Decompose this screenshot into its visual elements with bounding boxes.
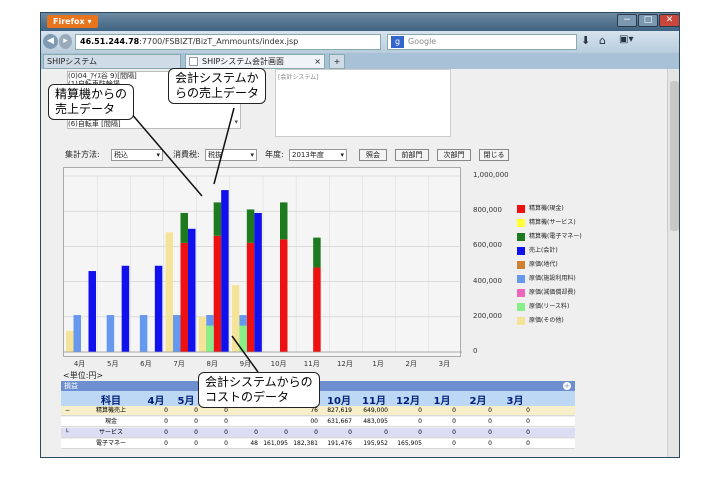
callout-seisanki: 精算機からの 売上データ [48,84,135,120]
callout-text: 精算機からの 売上データ [55,87,128,116]
callout-kaikei-uriage: 会計システムか らの売上データ [168,68,267,104]
pointer-line [129,111,203,197]
pointer-line [231,335,259,373]
callout-cost: 会計システムからの コストのデータ [198,372,320,408]
callout-pointers [129,107,259,373]
callout-text: 会計システムか らの売上データ [175,71,260,100]
pointer-line [213,107,235,185]
screenshot: Firefox ▾ − □ ✕ ◀ ▸ 46.51.244.78:7700/FS… [0,0,718,482]
callout-text: 会計システムからの コストのデータ [205,375,313,404]
